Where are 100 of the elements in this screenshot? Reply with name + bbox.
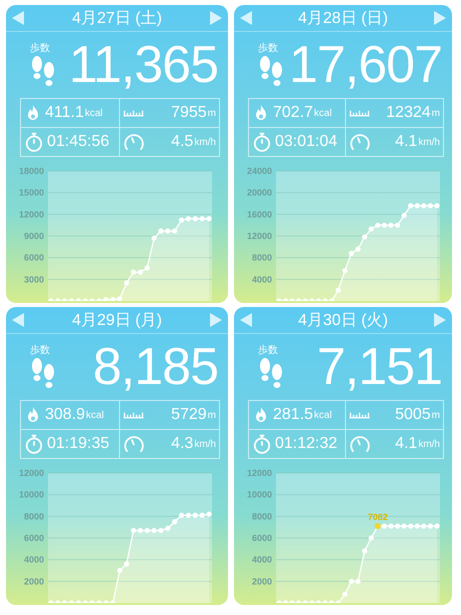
axis-label: 12000 — [18, 209, 44, 220]
distance-value: 7955 — [171, 104, 207, 122]
axis-label: 4000 — [252, 554, 272, 565]
ruler-icon — [349, 412, 370, 418]
speedometer-icon — [349, 434, 371, 454]
axis-label: 18000 — [18, 166, 44, 176]
data-point — [117, 296, 122, 301]
calories-value: 281.5 — [273, 406, 314, 424]
speed-value: 4.5 — [171, 133, 194, 151]
speed-unit: km/h — [194, 438, 216, 450]
calories-unit: kcal — [314, 108, 332, 118]
speed-value: 4.1 — [395, 435, 418, 453]
axis-label: 2000 — [24, 576, 44, 586]
previous-day-icon[interactable] — [12, 11, 24, 25]
axis-label: 10000 — [246, 490, 272, 500]
previous-day-icon[interactable] — [240, 11, 252, 25]
stopwatch-icon — [252, 132, 272, 152]
next-day-icon[interactable] — [210, 313, 222, 327]
distance-unit: m — [432, 108, 440, 118]
ruler-icon — [123, 412, 144, 418]
axis-label: 2000 — [252, 576, 272, 586]
step-count: 8,185 — [92, 337, 218, 397]
steps-label: 歩数 — [258, 344, 278, 357]
axis-label: 12000 — [18, 468, 44, 478]
distance-unit: m — [432, 410, 440, 420]
speed-value: 4.1 — [395, 133, 418, 151]
axis-label: 16000 — [246, 209, 272, 220]
data-point — [368, 535, 374, 541]
speed-unit: km/h — [418, 136, 440, 148]
axis-label: 3000 — [24, 274, 44, 284]
axis-label: 8000 — [252, 252, 272, 263]
steps-label: 歩数 — [30, 344, 50, 357]
axis-label: 12000 — [246, 231, 272, 241]
data-point — [401, 212, 407, 218]
date-title: 4月27日 (土) — [72, 8, 162, 28]
data-point — [172, 228, 178, 234]
data-point — [336, 288, 341, 293]
footprints-icon — [258, 55, 284, 89]
highlight-point — [374, 523, 381, 530]
data-point — [192, 512, 198, 518]
axis-label: 24000 — [246, 166, 272, 176]
speed-unit: km/h — [418, 438, 440, 450]
calories-value: 308.9 — [45, 406, 86, 424]
axis-label: 9000 — [24, 231, 44, 241]
next-day-icon[interactable] — [434, 313, 446, 327]
data-point — [192, 216, 198, 222]
duration-value: 01:45:56 — [47, 133, 110, 151]
next-day-icon[interactable] — [210, 11, 222, 25]
data-point — [144, 265, 150, 270]
calories-unit: kcal — [84, 108, 103, 118]
steps-label: 歩数 — [258, 42, 278, 55]
stopwatch-icon — [24, 132, 44, 152]
date-title: 4月28日 (日) — [298, 8, 388, 28]
next-day-icon[interactable] — [434, 11, 446, 25]
data-point — [62, 600, 68, 603]
axis-label: 6000 — [24, 533, 44, 543]
calories-value: 702.7 — [273, 104, 314, 122]
date-title: 4月29日 (月) — [72, 310, 162, 330]
distance-unit: m — [208, 108, 216, 118]
data-point — [124, 280, 130, 286]
stopwatch-icon — [252, 434, 272, 454]
axis-label: 12000 — [246, 468, 272, 478]
footprints-icon — [30, 357, 56, 391]
steps-label: 歩数 — [30, 42, 50, 55]
date-title: 4月30日 (火) — [298, 310, 388, 330]
distance-value: 5729 — [171, 406, 207, 424]
axis-label: 4000 — [24, 554, 44, 565]
ruler-icon — [123, 110, 144, 116]
axis-label: 4000 — [252, 274, 272, 284]
previous-day-icon[interactable] — [12, 313, 24, 327]
duration-value: 03:01:04 — [275, 133, 338, 151]
axis-label: 6000 — [24, 252, 44, 263]
calories-unit: kcal — [314, 410, 332, 420]
axis-label: 8000 — [252, 511, 272, 522]
axis-label: 6000 — [252, 533, 272, 543]
ruler-icon — [349, 110, 370, 116]
distance-value: 12324 — [386, 104, 431, 122]
calories-value: 411.1 — [45, 104, 84, 122]
data-point — [342, 592, 348, 597]
calories-unit: kcal — [86, 410, 104, 420]
duration-value: 01:19:35 — [47, 435, 110, 453]
point-label: 7082 — [368, 512, 388, 522]
axis-label: 8000 — [24, 511, 44, 522]
data-point — [151, 236, 157, 241]
step-count: 17,607 — [288, 35, 442, 95]
previous-day-icon[interactable] — [240, 313, 252, 327]
axis-label: 20000 — [246, 188, 272, 198]
distance-value: 5005 — [395, 406, 431, 424]
data-point — [362, 548, 368, 554]
footprints-icon — [30, 55, 56, 89]
distance-unit: m — [208, 410, 216, 420]
speedometer-icon — [123, 132, 145, 152]
step-count: 11,365 — [68, 35, 218, 95]
data-point — [62, 298, 68, 301]
data-point — [362, 234, 368, 240]
speedometer-icon — [123, 434, 145, 454]
axis-label: 15000 — [18, 188, 44, 198]
speed-unit: km/h — [194, 136, 216, 148]
axis-label: 10000 — [18, 490, 44, 500]
duration-value: 01:12:32 — [275, 435, 338, 453]
